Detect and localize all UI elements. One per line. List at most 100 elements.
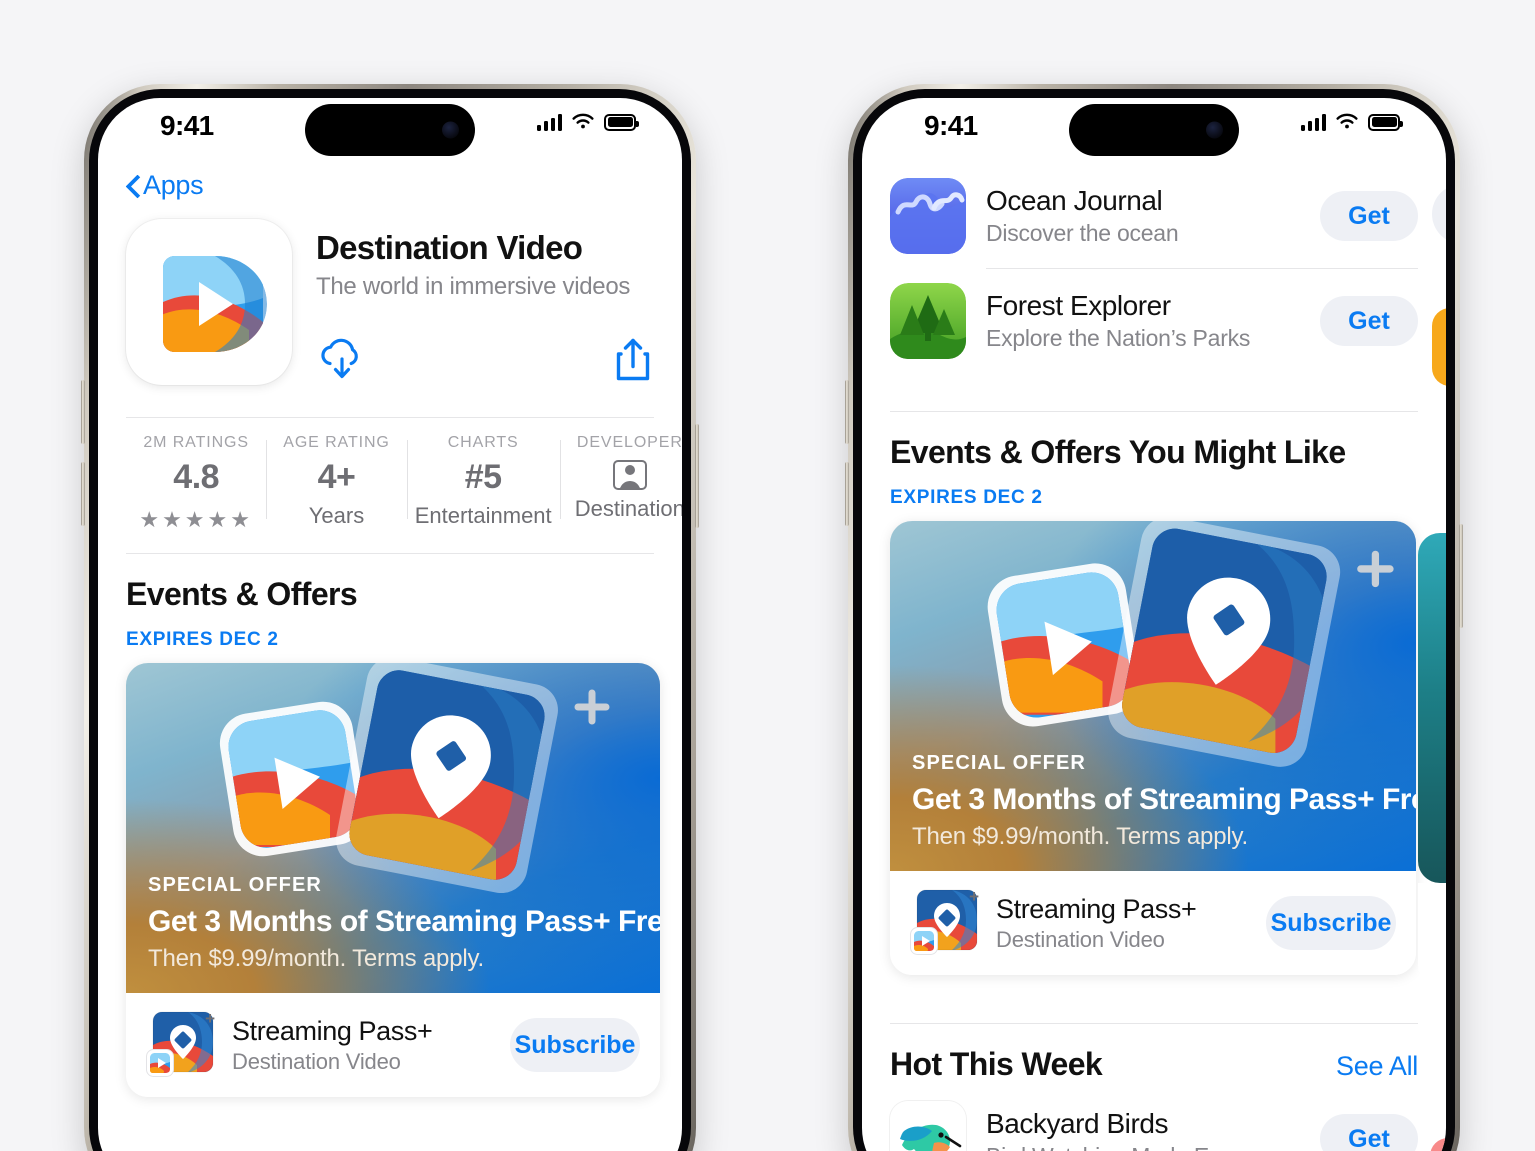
get-button[interactable]: Get — [1320, 191, 1418, 241]
stat-ratings[interactable]: 2M RATINGS 4.8 ★★★★★ — [126, 434, 266, 533]
stat-charts[interactable]: CHARTS #5 Entertainment — [406, 434, 560, 533]
back-label: Apps — [143, 170, 204, 200]
get-button[interactable]: Get — [1320, 1114, 1418, 1151]
section-divider — [890, 411, 1418, 412]
stat-age-rating[interactable]: AGE RATING 4+ Years — [266, 434, 406, 533]
right-phone-screen: 9:41 Ocean Journal Discover the ocean Ge… — [862, 98, 1446, 1151]
carousel-peek-icon-orange[interactable] — [1432, 308, 1446, 386]
rating-stars-icon: ★★★★★ — [139, 507, 253, 532]
carousel-peek-offer-footer[interactable] — [1418, 883, 1446, 987]
status-bar-right: 9:41 — [862, 98, 1446, 156]
destination-video-mini-icon — [910, 927, 938, 955]
streaming-pass-plus-icon[interactable]: + — [910, 887, 979, 957]
volume-down-button[interactable] — [81, 462, 85, 526]
offer-headline: Get 3 Months of Streaming Pass+ Free — [912, 783, 1416, 816]
offer-card[interactable]: SPECIAL OFFER Get 3 Months of Streaming … — [126, 663, 660, 1097]
right-screen-content: Ocean Journal Discover the ocean Get For… — [862, 156, 1446, 1151]
streaming-pass-plus-art — [219, 663, 610, 893]
right-phone: 9:41 Ocean Journal Discover the ocean Ge… — [845, 84, 1463, 1151]
streaming-pass-plus-art — [987, 521, 1394, 767]
power-button[interactable] — [695, 424, 699, 528]
app-name: Backyard Birds — [986, 1108, 1168, 1139]
offer-app-title: Streaming Pass+ — [232, 1015, 433, 1046]
get-button[interactable]: Get — [1320, 296, 1418, 346]
volume-down-button-right[interactable] — [845, 462, 849, 526]
offer-headline: Get 3 Months of Streaming Pass+ Free — [148, 905, 660, 938]
app-tagline: Discover the ocean — [986, 220, 1179, 246]
forest-explorer-icon — [890, 283, 966, 359]
offer-app-developer: Destination Video — [996, 926, 1165, 952]
stat-unit: Years — [308, 503, 365, 528]
plus-badge-icon: + — [969, 887, 979, 906]
page-title: Destination Video — [316, 229, 583, 266]
screenshot-canvas: 9:41 Apps Destination Video The world in… — [0, 0, 1535, 1151]
stat-label: DEVELOPER — [576, 434, 682, 451]
battery-full-icon — [1368, 113, 1403, 131]
offer-banner: SPECIAL OFFER Get 3 Months of Streaming … — [126, 663, 660, 993]
offer-card[interactable]: SPECIAL OFFER Get 3 Months of Streaming … — [890, 521, 1416, 975]
offer-footer: + Streaming Pass+ Destination Video Subs… — [890, 871, 1416, 975]
share-icon[interactable] — [614, 336, 652, 384]
offer-banner-text: SPECIAL OFFER Get 3 Months of Streaming … — [912, 752, 1416, 851]
events-offers-title: Events & Offers You Might Like — [890, 434, 1346, 470]
app-stats-row: 2M RATINGS 4.8 ★★★★★ AGE RATING 4+ Years… — [126, 417, 682, 533]
volume-up-button[interactable] — [81, 380, 85, 444]
stat-label: AGE RATING — [283, 434, 390, 451]
offer-fine-print: Then $9.99/month. Terms apply. — [912, 823, 1248, 850]
list-item[interactable]: Forest Explorer Explore the Nation’s Par… — [890, 269, 1418, 373]
list-item[interactable]: Backyard Birds Bird Watching Made Easy G… — [890, 1083, 1418, 1151]
offer-expiry-label: EXPIRES DEC 2 — [890, 487, 1043, 508]
cellular-bars-icon — [536, 113, 562, 131]
app-header: Destination Video The world in immersive… — [126, 207, 654, 385]
plus-badge-icon: + — [205, 1009, 215, 1028]
offer-app-title: Streaming Pass+ — [996, 893, 1197, 924]
list-item[interactable]: Ocean Journal Discover the ocean Get — [890, 156, 1418, 268]
offer-eyebrow: SPECIAL OFFER — [148, 874, 322, 896]
hot-this-week-title: Hot This Week — [890, 1046, 1103, 1082]
carousel-peek-icon-pink[interactable] — [1430, 1138, 1446, 1151]
offer-banner: SPECIAL OFFER Get 3 Months of Streaming … — [890, 521, 1416, 871]
subscribe-button[interactable]: Subscribe — [1266, 896, 1396, 950]
wifi-icon — [1336, 113, 1358, 129]
stat-label: 2M RATINGS — [143, 434, 249, 451]
stat-value: 4+ — [317, 458, 356, 496]
app-name: Ocean Journal — [986, 185, 1163, 216]
offer-footer-text: Streaming Pass+ Destination Video — [232, 1016, 492, 1075]
status-bar-icons — [536, 113, 639, 131]
events-offers-title: Events & Offers — [126, 576, 358, 612]
offer-eyebrow: SPECIAL OFFER — [912, 752, 1086, 774]
carousel-peek-card-grey[interactable] — [1432, 184, 1446, 244]
carousel-peek-offer-card-teal[interactable] — [1418, 533, 1446, 883]
cloud-download-icon[interactable] — [316, 335, 370, 385]
offer-fine-print: Then $9.99/month. Terms apply. — [148, 945, 484, 972]
destination-video-app-icon[interactable] — [126, 219, 292, 385]
section-divider — [126, 553, 654, 554]
developer-person-icon — [612, 460, 647, 490]
power-button-right[interactable] — [1459, 524, 1463, 628]
chevron-left-icon — [126, 175, 139, 197]
cellular-bars-icon — [1300, 113, 1326, 131]
stat-unit: Entertainment — [414, 503, 552, 528]
offer-footer-text: Streaming Pass+ Destination Video — [996, 894, 1248, 953]
app-tagline: Bird Watching Made Easy — [986, 1143, 1300, 1151]
status-bar-time: 9:41 — [160, 110, 214, 141]
volume-up-button-right[interactable] — [845, 380, 849, 444]
app-action-row — [316, 335, 654, 385]
left-phone: 9:41 Apps Destination Video The world in… — [81, 84, 699, 1151]
list-item-text: Backyard Birds Bird Watching Made Easy — [986, 1108, 1300, 1151]
stat-value: 4.8 — [173, 458, 220, 496]
streaming-pass-plus-icon[interactable]: + — [146, 1009, 215, 1079]
offer-app-developer: Destination Video — [232, 1048, 401, 1074]
back-to-apps-button[interactable]: Apps — [126, 156, 654, 207]
see-all-link[interactable]: See All — [1336, 1051, 1418, 1082]
destination-video-mini-icon — [146, 1049, 174, 1077]
subscribe-button[interactable]: Subscribe — [510, 1018, 640, 1072]
offer-expiry-label: EXPIRES DEC 2 — [126, 629, 279, 650]
section-divider — [890, 1023, 1418, 1024]
offer-banner-text: SPECIAL OFFER Get 3 Months of Streaming … — [148, 874, 660, 973]
status-bar-icons — [1300, 113, 1403, 131]
wifi-icon — [572, 113, 594, 129]
stat-developer[interactable]: DEVELOPER Destination — [559, 434, 682, 533]
status-bar-time: 9:41 — [924, 110, 978, 141]
stat-unit: Destination — [574, 496, 682, 521]
